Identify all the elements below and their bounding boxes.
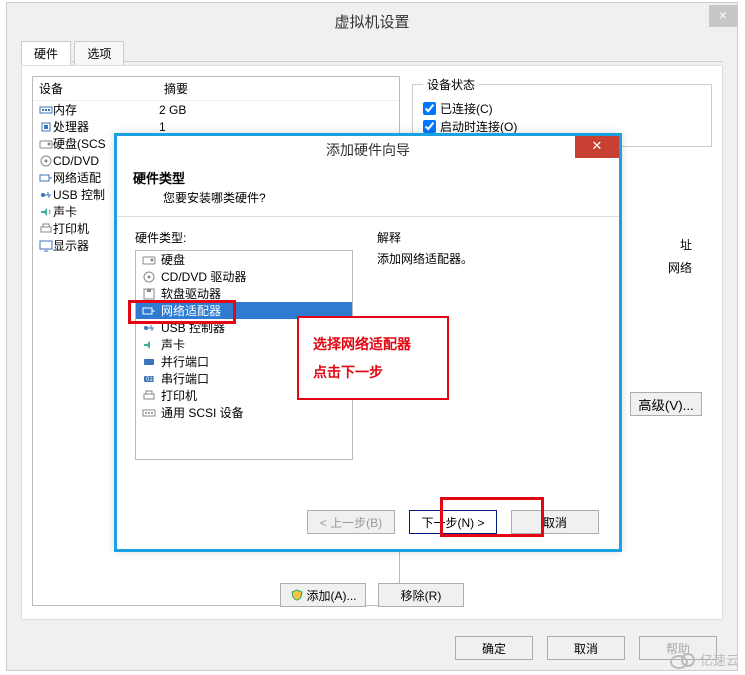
type-label-text: CD/DVD 驱动器 bbox=[161, 268, 246, 285]
type-harddisk[interactable]: 硬盘 bbox=[136, 251, 352, 268]
nic-icon bbox=[39, 172, 53, 184]
type-label: 硬件类型: bbox=[135, 229, 353, 246]
scsi-icon bbox=[142, 407, 156, 419]
add-label: 添加(A)... bbox=[307, 587, 357, 604]
cpu-icon bbox=[39, 121, 53, 133]
wizard-title-bar: 添加硬件向导 ✕ bbox=[117, 136, 619, 164]
hw-row-memory[interactable]: 内存 2 GB bbox=[33, 101, 399, 118]
hw-summary: 2 GB bbox=[159, 103, 186, 117]
sound-icon bbox=[142, 339, 156, 351]
cloud-icon bbox=[669, 651, 697, 669]
type-label-text: 并行端口 bbox=[161, 353, 209, 370]
sound-icon bbox=[39, 206, 53, 218]
type-cddvd[interactable]: CD/DVD 驱动器 bbox=[136, 268, 352, 285]
type-label-text: 硬盘 bbox=[161, 251, 185, 268]
tab-options[interactable]: 选项 bbox=[74, 41, 124, 66]
hardware-list-header: 设备 摘要 bbox=[33, 77, 399, 101]
parallel-icon bbox=[142, 356, 156, 368]
dialog-title: 虚拟机设置 bbox=[7, 3, 737, 38]
annotation-line1: 选择网络适配器 bbox=[313, 330, 433, 358]
status-legend: 设备状态 bbox=[423, 76, 479, 93]
remove-button[interactable]: 移除(R) bbox=[378, 583, 464, 607]
floppy-icon bbox=[142, 288, 156, 300]
watermark-text: 亿速云 bbox=[700, 650, 739, 669]
wizard-header-sub: 您要安装哪类硬件? bbox=[163, 189, 603, 206]
shield-icon bbox=[290, 589, 304, 601]
connect-poweron-check-input[interactable] bbox=[423, 120, 436, 133]
wizard-header: 硬件类型 您要安装哪类硬件? bbox=[117, 164, 619, 217]
ok-button[interactable]: 确定 bbox=[455, 636, 533, 660]
connected-label: 已连接(C) bbox=[440, 100, 493, 117]
printer-icon bbox=[39, 223, 53, 235]
usb-icon bbox=[142, 322, 156, 334]
nic-icon bbox=[142, 305, 156, 317]
col-summary: 摘要 bbox=[164, 80, 188, 97]
type-floppy[interactable]: 软盘驱动器 bbox=[136, 285, 352, 302]
type-scsi[interactable]: 通用 SCSI 设备 bbox=[136, 404, 352, 421]
back-button: < 上一步(B) bbox=[307, 510, 395, 534]
type-label-text: 串行端口 bbox=[161, 370, 209, 387]
type-label-text: 通用 SCSI 设备 bbox=[161, 404, 244, 421]
connected-checkbox[interactable]: 已连接(C) bbox=[423, 100, 701, 117]
wizard-button-bar: < 上一步(B) 下一步(N) > 取消 bbox=[307, 510, 599, 534]
tabs-bar: 硬件 选项 bbox=[21, 40, 723, 62]
hw-label: 显示器 bbox=[53, 237, 89, 254]
svg-text:010: 010 bbox=[146, 377, 156, 383]
close-icon[interactable]: ✕ bbox=[575, 136, 619, 158]
cd-icon bbox=[39, 155, 53, 167]
close-icon[interactable]: × bbox=[709, 5, 737, 27]
usb-icon bbox=[39, 189, 53, 201]
watermark: 亿速云 bbox=[669, 650, 739, 669]
hw-label: 打印机 bbox=[53, 220, 89, 237]
memory-icon bbox=[39, 104, 53, 116]
disk-icon bbox=[39, 138, 53, 150]
wizard-title: 添加硬件向导 bbox=[326, 142, 410, 158]
cd-icon bbox=[142, 271, 156, 283]
type-label-text: 打印机 bbox=[161, 387, 197, 404]
hw-label: 声卡 bbox=[53, 203, 77, 220]
hw-label: USB 控制 bbox=[53, 186, 105, 203]
col-device: 设备 bbox=[39, 80, 164, 97]
add-button[interactable]: 添加(A)... bbox=[280, 583, 366, 607]
hw-label: 处理器 bbox=[53, 118, 89, 135]
annotation-line2: 点击下一步 bbox=[313, 358, 433, 386]
hw-label: 硬盘(SCS bbox=[53, 135, 106, 152]
type-label-text: USB 控制器 bbox=[161, 319, 225, 336]
wizard-header-title: 硬件类型 bbox=[133, 168, 603, 187]
connected-check-input[interactable] bbox=[423, 102, 436, 115]
display-icon bbox=[39, 240, 53, 252]
annotation-callout: 选择网络适配器 点击下一步 bbox=[297, 316, 449, 400]
next-button[interactable]: 下一步(N) > bbox=[409, 510, 497, 534]
type-label-text: 网络适配器 bbox=[161, 302, 221, 319]
hw-label: CD/DVD bbox=[53, 154, 99, 168]
type-label-text: 软盘驱动器 bbox=[161, 285, 221, 302]
explanation-label: 解释 bbox=[377, 229, 601, 246]
advanced-button[interactable]: 高级(V)... bbox=[630, 392, 702, 416]
explanation-text: 添加网络适配器。 bbox=[377, 250, 601, 267]
serial-icon: 010 bbox=[142, 373, 156, 385]
hw-label: 网络适配 bbox=[53, 169, 101, 186]
cancel-button[interactable]: 取消 bbox=[511, 510, 599, 534]
type-label-text: 声卡 bbox=[161, 336, 185, 353]
tab-hardware[interactable]: 硬件 bbox=[21, 41, 71, 66]
hardware-action-bar: 添加(A)... 移除(R) bbox=[22, 583, 722, 607]
disk-icon bbox=[142, 254, 156, 266]
cancel-button[interactable]: 取消 bbox=[547, 636, 625, 660]
hw-label: 内存 bbox=[53, 101, 77, 118]
printer-icon bbox=[142, 390, 156, 402]
hw-summary: 1 bbox=[159, 120, 166, 134]
